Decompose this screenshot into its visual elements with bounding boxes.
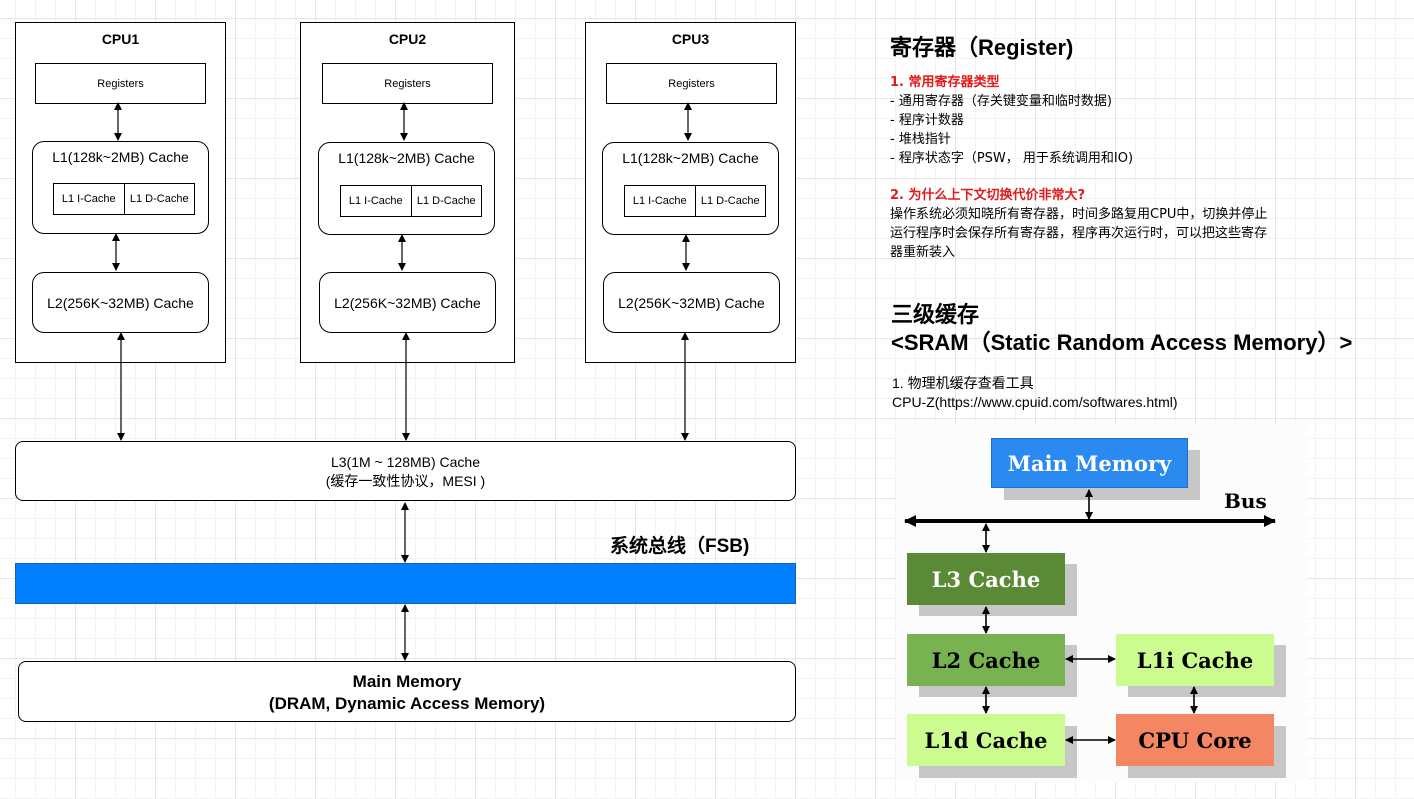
tool-line-1: 1. 物理机缓存查看工具	[892, 375, 1034, 391]
cache-hierarchy-image: Main Memory L3 Cache L2 Cache L1i Cache …	[897, 424, 1307, 782]
inset-connectors	[904, 489, 1276, 744]
cpu-z-note: 1. 物理机缓存查看工具 CPU-Z(https://www.cpuid.com…	[892, 374, 1178, 412]
tool-line-2: CPU-Z(https://www.cpuid.com/softwares.ht…	[892, 394, 1178, 410]
cache-heading: 三级缓存 <SRAM（Static Random Access Memory）>	[891, 301, 1352, 357]
sec1-item-4: - 程序状态字（PSW， 用于系统调用和IO)	[890, 151, 1134, 166]
sec1-item-3: - 堆栈指针	[890, 132, 951, 147]
sec1-title: 1. 常用寄存器类型	[890, 75, 1000, 90]
register-notes: 1. 常用寄存器类型 - 通用寄存器（存关键变量和临时数据) - 程序计数器 -…	[890, 73, 1390, 262]
cache-heading-line1: 三级缓存	[891, 302, 980, 327]
sec1-item-1: - 通用寄存器（存关键变量和临时数据)	[890, 94, 1112, 109]
sec2-line-2: 运行程序时会保存所有寄存器，程序再次运行时，可以把这些寄存	[890, 226, 1268, 241]
sec1-item-2: - 程序计数器	[890, 113, 964, 128]
sec2-title: 2. 为什么上下文切换代价非常大?	[890, 188, 1086, 203]
sec2-line-3: 器重新装入	[890, 245, 956, 260]
sec2-line-1: 操作系统必须知晓所有寄存器，时间多路复用CPU中，切换并停止	[890, 207, 1268, 222]
cache-heading-line2: <SRAM（Static Random Access Memory）>	[891, 330, 1353, 355]
register-heading: 寄存器（Register)	[890, 35, 1074, 60]
diagram-connectors	[112, 102, 692, 661]
